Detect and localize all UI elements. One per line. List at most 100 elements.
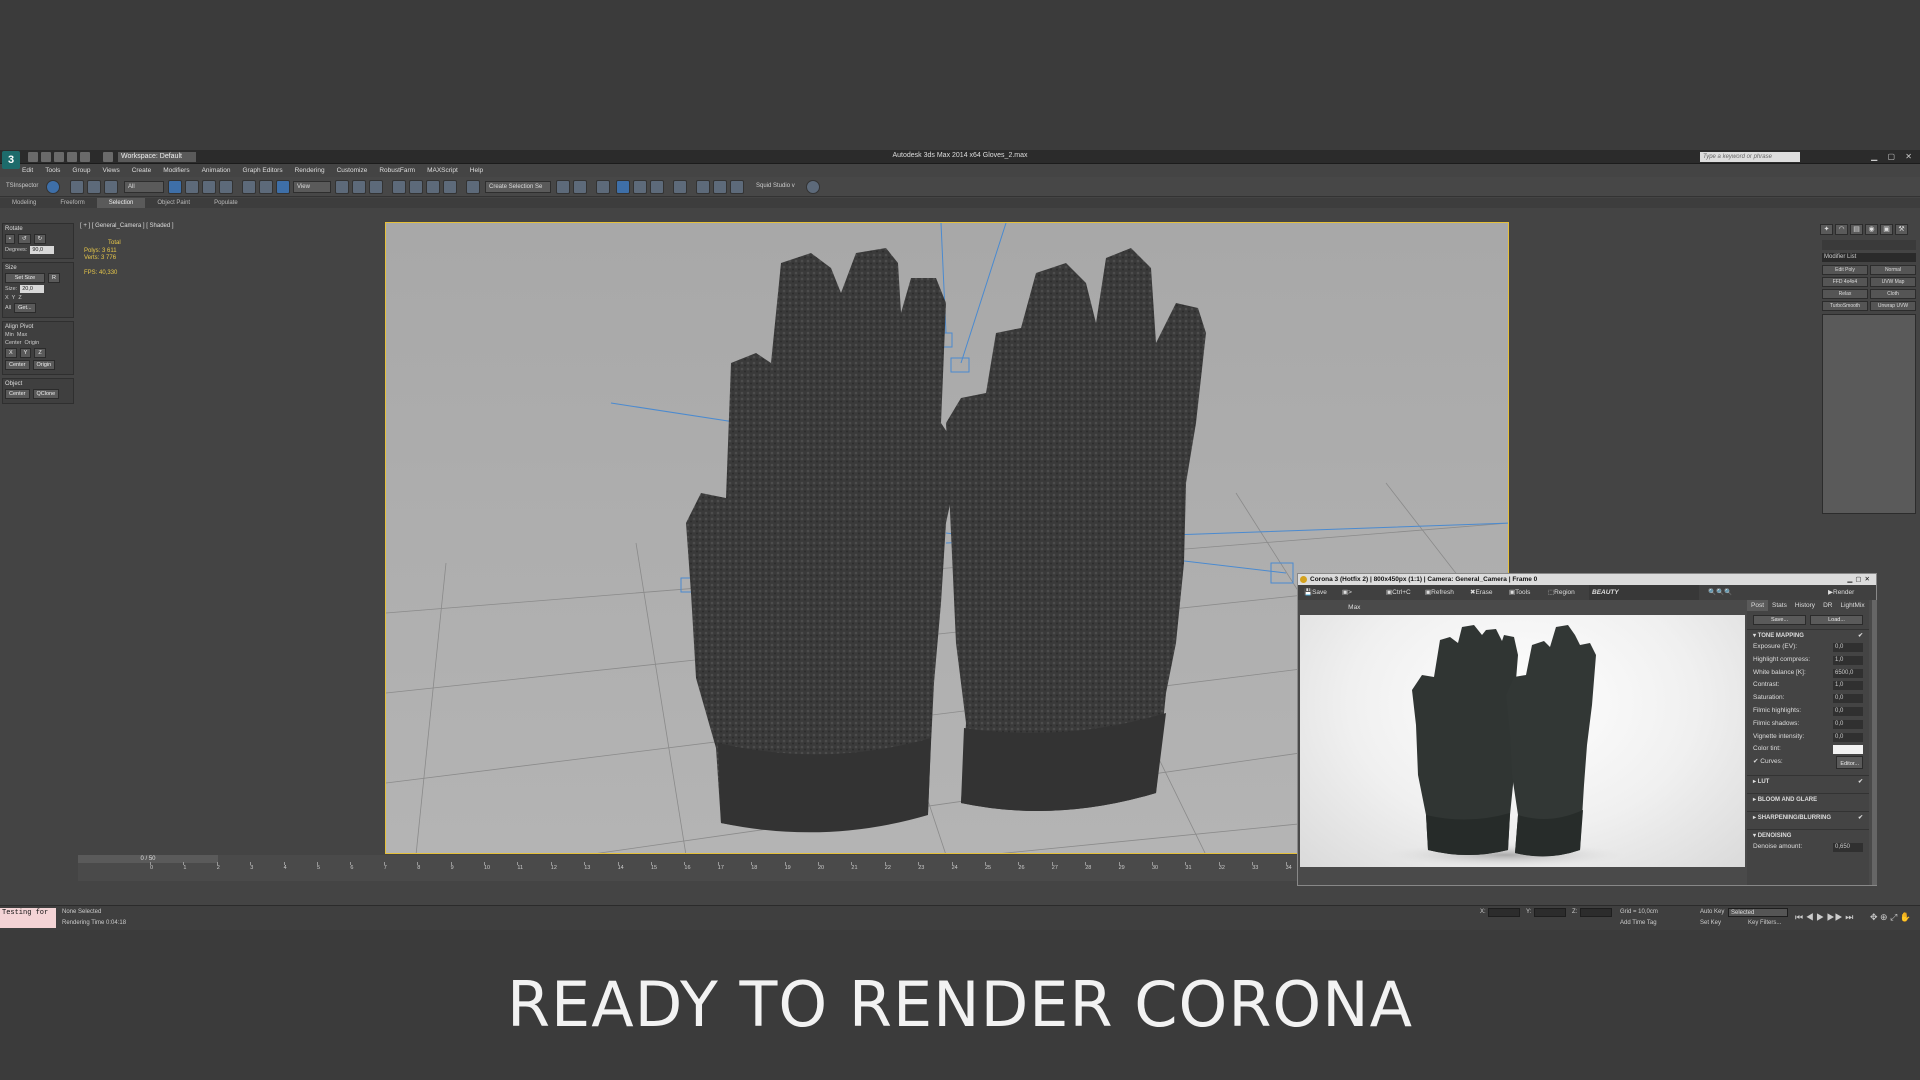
timeline-tick[interactable]: 32 [1218, 862, 1225, 871]
timeline-tick[interactable]: 10 [484, 862, 490, 871]
timeline-tick[interactable]: 7 [383, 862, 387, 871]
normal-button[interactable]: Normal [1870, 265, 1916, 275]
vfb-post-save-button[interactable]: Save... [1753, 615, 1806, 625]
relax-button[interactable]: Relax [1822, 289, 1868, 299]
menu-group[interactable]: Group [72, 165, 90, 176]
timeline-tick[interactable]: 29 [1118, 862, 1125, 871]
timeline-tick[interactable]: 11 [517, 862, 523, 871]
menu-tools[interactable]: Tools [45, 165, 60, 176]
viewport-label[interactable]: [ + ] [ General_Camera ] [ Shaded ] [80, 223, 174, 229]
select-object-icon[interactable] [168, 180, 182, 194]
menu-animation[interactable]: Animation [202, 165, 231, 176]
display-tab-icon[interactable]: ▣ [1880, 224, 1893, 235]
tab-object-paint[interactable]: Object Paint [145, 198, 202, 208]
tone-mapping-section[interactable]: ▾ TONE MAPPING ✔ [1747, 629, 1869, 641]
uvw-map-button[interactable]: UVW Map [1870, 277, 1916, 287]
menu-robustfarm[interactable]: RobustFarm [379, 165, 415, 176]
timeline-tick[interactable]: 9 [450, 862, 454, 871]
timeline-tick[interactable]: 26 [1018, 862, 1025, 871]
vfb-tab-dr[interactable]: DR [1819, 600, 1836, 611]
timeline-tick[interactable]: 20 [818, 862, 824, 871]
pivot-center-radio[interactable]: Center [5, 340, 22, 346]
timeline-tick[interactable]: 27 [1051, 862, 1058, 871]
utilities-tab-icon[interactable]: ⚒ [1895, 224, 1908, 235]
render-preview[interactable] [1300, 615, 1745, 867]
vfb-zoom-icons[interactable]: 🔍🔍🔍 [1708, 585, 1732, 600]
vfb-tab-history[interactable]: History [1791, 600, 1819, 611]
set-key-button[interactable]: Set Key [1700, 920, 1721, 926]
modifier-list-dropdown[interactable]: Modifier List [1822, 253, 1916, 262]
tone-mapping-checkbox[interactable]: ✔ [1858, 630, 1863, 642]
select-manipulate-icon[interactable] [352, 180, 366, 194]
tab-selection[interactable]: Selection [96, 198, 146, 208]
size-x-radio[interactable]: X [5, 295, 9, 301]
timeline-tick[interactable]: 4 [283, 862, 287, 871]
layer-manager-icon[interactable] [596, 180, 610, 194]
x-coord-field[interactable] [1488, 908, 1520, 917]
render-production-icon[interactable] [730, 180, 744, 194]
rotate-icon[interactable] [259, 180, 273, 194]
timeline-tick[interactable]: 34 [1285, 862, 1292, 871]
qclone-button[interactable]: QClone [32, 389, 60, 399]
sharpening-section[interactable]: ▸ SHARPENING/BLURRING ✔ [1747, 810, 1869, 823]
size-z-radio[interactable]: Z [18, 295, 21, 301]
set-size-button[interactable]: Set Size [5, 273, 45, 283]
pivot-center-icon[interactable] [335, 180, 349, 194]
window-crossing-icon[interactable] [219, 180, 233, 194]
hierarchy-tab-icon[interactable]: ▤ [1850, 224, 1863, 235]
align-icon[interactable] [573, 180, 587, 194]
timeline-tick[interactable]: 19 [784, 862, 791, 871]
help-search-input[interactable]: Type a keyword or phrase [1700, 152, 1800, 162]
rotate-cw-button[interactable]: ↻ [33, 234, 47, 244]
edit-named-selection-icon[interactable] [466, 180, 480, 194]
tone-param-field[interactable]: 0,0 [1833, 643, 1863, 652]
timeline-tick[interactable]: 13 [584, 862, 590, 871]
vfb-panel-scrollbar[interactable] [1872, 600, 1877, 885]
key-filters-button[interactable]: Key Filters... [1748, 920, 1781, 926]
render-setup-icon[interactable] [696, 180, 710, 194]
menu-views[interactable]: Views [102, 165, 119, 176]
modify-tab-icon[interactable]: ◠ [1835, 224, 1848, 235]
move-icon[interactable] [242, 180, 256, 194]
maxscript-listener[interactable]: Testing for [0, 908, 56, 928]
timeline-tick[interactable]: 17 [717, 862, 724, 871]
timeline-tick[interactable]: 24 [951, 862, 958, 871]
tone-param-field[interactable]: 6500,0 [1833, 668, 1863, 678]
vfb-tab-lightmix[interactable]: LightMix [1836, 600, 1868, 611]
lut-checkbox[interactable]: ✔ [1858, 776, 1863, 788]
unlink-icon[interactable] [87, 180, 101, 194]
vfb-render-button[interactable]: ▶ Render [1828, 585, 1854, 600]
squid-studio-label[interactable]: Squid Studio v [756, 183, 795, 189]
vfb-tools-button[interactable]: ▣ Tools [1509, 585, 1530, 600]
menu-create[interactable]: Create [132, 165, 152, 176]
timeline-tick[interactable]: 2 [216, 862, 220, 871]
angle-snap-icon[interactable] [409, 180, 423, 194]
object-name-field[interactable] [1822, 240, 1916, 250]
pivot-origin-button[interactable]: Origin [32, 360, 56, 370]
menu-edit[interactable]: Edit [22, 165, 33, 176]
timeline-tick[interactable]: 5 [317, 862, 320, 871]
tone-param-field[interactable]: 1,0 [1833, 655, 1863, 665]
navigation-controls[interactable]: ✥ ⊕ ⤢ ✋ [1870, 912, 1911, 923]
select-by-name-icon[interactable] [185, 180, 199, 194]
named-selection-dropdown[interactable]: Create Selection Se [485, 181, 551, 193]
color-tint-swatch[interactable] [1833, 745, 1863, 755]
timeline-tick[interactable]: 3 [250, 862, 253, 871]
menu-modifiers[interactable]: Modifiers [163, 165, 189, 176]
schematic-view-icon[interactable] [650, 180, 664, 194]
timeline-tick[interactable]: 8 [417, 862, 420, 871]
link-icon[interactable] [70, 180, 84, 194]
material-editor-icon[interactable] [673, 180, 687, 194]
vfb-post-load-button[interactable]: Load... [1810, 615, 1863, 625]
timeline-tick[interactable]: 30 [1152, 862, 1158, 871]
rendered-frame-window-icon[interactable] [713, 180, 727, 194]
vfb-refresh-button[interactable]: ▣ Refresh [1425, 585, 1454, 600]
bind-space-warp-icon[interactable] [104, 180, 118, 194]
tone-param-field[interactable]: 1,0 [1833, 681, 1863, 691]
timeline-tick[interactable]: 33 [1252, 862, 1258, 871]
size-field[interactable]: 20,0 [20, 285, 45, 293]
modifier-stack[interactable] [1822, 314, 1916, 514]
tsinspector-label[interactable]: TSInspector [6, 183, 38, 189]
timeline-tick[interactable]: 14 [617, 862, 624, 871]
size-y-radio[interactable]: Y [12, 295, 16, 301]
